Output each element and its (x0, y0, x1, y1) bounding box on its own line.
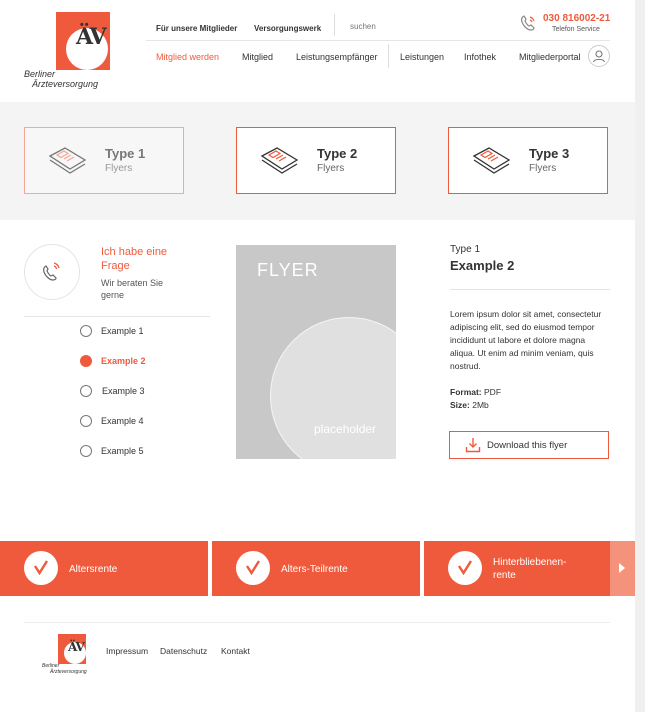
detail-size: Size: 2Mb (450, 400, 489, 410)
chevron-right-icon (619, 563, 625, 573)
radio-button[interactable] (80, 385, 92, 397)
logo-line-2: Ärzteversorgung (32, 79, 99, 89)
example-option-label: Example 2 (101, 356, 146, 366)
type-card-title: Type 2 (317, 146, 358, 161)
detail-title: Example 2 (450, 258, 515, 273)
nav-item-mitglied-werden[interactable]: Mitglied werden (156, 52, 219, 62)
radio-button-selected[interactable] (80, 355, 92, 367)
service-phone-number[interactable]: 030 816002-21 (543, 13, 610, 24)
tile-label: Alters-Teilrente (281, 564, 348, 575)
sidebar-divider (24, 316, 210, 317)
check-badge (236, 551, 270, 585)
nav-item-leistungsempfaenger[interactable]: Leistungsempfänger (296, 52, 378, 62)
detail-format-label: Format: (450, 387, 482, 397)
type-card-2[interactable]: Type 2 Flyers (236, 127, 396, 194)
footer-link-datenschutz[interactable]: Datenschutz (160, 646, 207, 656)
type-card-title: Type 1 (105, 146, 146, 161)
phone-icon (43, 262, 60, 281)
top-nav-fund[interactable]: Versorgungswerk (254, 24, 321, 33)
detail-description: Lorem ipsum dolor sit amet, consectetur … (450, 309, 602, 371)
type-card-1[interactable]: Type 1 Flyers (24, 127, 184, 194)
radio-button[interactable] (80, 445, 92, 457)
user-account-button[interactable] (588, 45, 610, 67)
flyer-stack-icon (260, 147, 299, 174)
logo-wordmark: Berliner Ärzteversorgung (24, 69, 98, 89)
flyer-preview-circle (270, 317, 396, 459)
example-option-label: Example 5 (101, 446, 144, 456)
type-card-subtitle: Flyers (529, 163, 557, 174)
example-option-label: Example 1 (101, 326, 144, 336)
top-nav-members[interactable]: Für unsere Mitglieder (156, 24, 237, 33)
download-icon (465, 438, 481, 453)
nav-item-infothek[interactable]: Infothek (464, 52, 496, 62)
tile-label-line-2: rente (493, 570, 516, 581)
tile-label: Altersrente (69, 564, 118, 575)
help-title[interactable]: Ich habe eine Frage (101, 245, 181, 273)
nav-divider (146, 40, 610, 41)
download-flyer-button[interactable]: Download this flyer (449, 431, 609, 459)
footer-link-kontakt[interactable]: Kontakt (221, 646, 250, 656)
nav-item-mitglied[interactable]: Mitglied (242, 52, 273, 62)
download-flyer-label: Download this flyer (487, 440, 568, 451)
site-logo[interactable]: ÄV Berliner Ärzteversorgung (22, 10, 114, 92)
type-card-3[interactable]: Type 3 Flyers (448, 127, 608, 194)
footer-logo-mark: ÄV (68, 640, 85, 654)
radio-button[interactable] (80, 325, 92, 337)
footer-logo-line-2: Ärzteversorgung (50, 669, 87, 675)
flyer-stack-icon (472, 147, 511, 174)
logo-line-1: Berliner (24, 69, 56, 79)
footer-logo-wordmark: Berliner Ärzteversorgung (42, 663, 87, 675)
flyer-stack-icon (48, 147, 87, 174)
type-card-subtitle: Flyers (317, 163, 345, 174)
example-option-label: Example 4 (101, 416, 144, 426)
phone-icon (521, 15, 535, 31)
type-card-subtitle: Flyers (105, 163, 133, 174)
detail-size-label: Size: (450, 400, 470, 410)
tile-label-line-1: Hinterbliebenen- (493, 557, 567, 568)
help-subtitle: Wir beraten Sie gerne (101, 278, 164, 300)
check-badge (448, 551, 482, 585)
nav-separator (388, 44, 389, 68)
detail-divider (450, 289, 610, 290)
tile-hinterbliebenenrente[interactable]: Hinterbliebenen- rente (424, 541, 610, 596)
search-divider (334, 14, 335, 36)
detail-format: Format: PDF (450, 387, 501, 397)
footer-link-impressum[interactable]: Impressum (106, 646, 148, 656)
footer-divider (24, 622, 610, 623)
flyer-preview-placeholder: placeholder (314, 422, 377, 436)
page-scrollbar[interactable] (635, 0, 645, 712)
footer-logo[interactable]: ÄV Berliner Ärzteversorgung (40, 632, 92, 680)
tile-altersrente[interactable]: Altersrente (0, 541, 208, 596)
search-input[interactable] (350, 22, 440, 31)
checkmark-icon (457, 560, 473, 576)
checkmark-icon (33, 560, 49, 576)
flyer-preview: FLYER placeholder (236, 245, 396, 459)
detail-format-value: PDF (484, 387, 502, 397)
example-option-label: Example 3 (102, 386, 145, 396)
user-icon (592, 50, 606, 63)
check-badge (24, 551, 58, 585)
flyer-preview-title: FLYER (257, 260, 319, 280)
tile-alters-teilrente[interactable]: Alters-Teilrente (212, 541, 420, 596)
type-card-title: Type 3 (529, 146, 570, 161)
nav-item-leistungen[interactable]: Leistungen (400, 52, 444, 62)
tiles-next-button[interactable] (610, 541, 635, 596)
radio-button[interactable] (80, 415, 92, 427)
site-header: ÄV Berliner Ärzteversorgung Für unsere M… (0, 0, 635, 102)
logo-mark: ÄV (76, 24, 107, 50)
help-phone-button[interactable] (24, 244, 80, 300)
service-phone-label: Telefon Service (552, 26, 600, 33)
checkmark-icon (245, 560, 261, 576)
detail-size-value: 2Mb (472, 400, 489, 410)
nav-item-mitgliederportal[interactable]: Mitgliederportal (519, 52, 581, 62)
tile-label: Hinterbliebenen- rente (493, 556, 566, 582)
detail-type: Type 1 (450, 244, 481, 255)
